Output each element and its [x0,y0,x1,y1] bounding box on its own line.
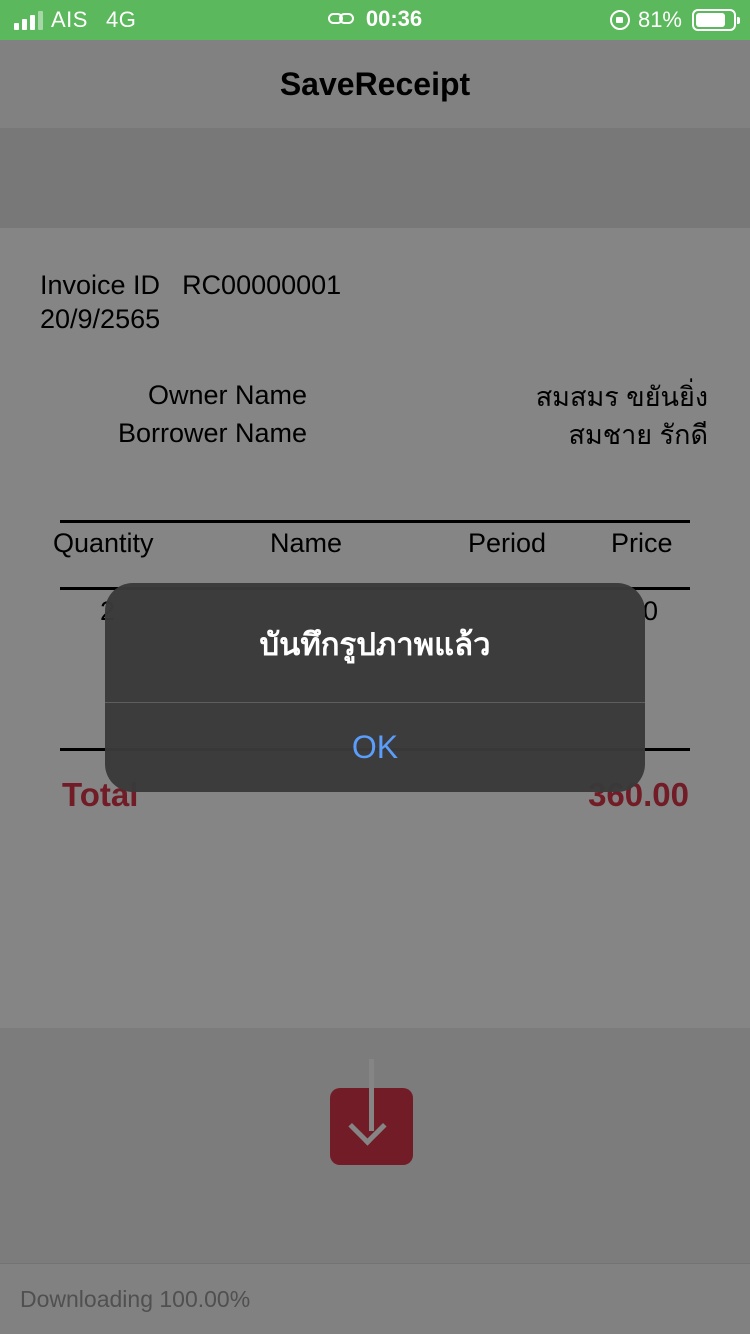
battery-percent: 81% [637,7,682,32]
status-right: 81% [609,7,740,33]
ok-button[interactable]: OK [105,703,645,792]
clock: 00:36 [365,6,423,31]
alert-dialog: บันทึกรูปภาพแล้ว OK [105,583,645,792]
rotation-lock-icon [609,10,630,30]
battery-fill [696,13,726,27]
battery-icon [692,9,740,31]
link-icon [327,11,356,27]
status-bar: AIS 4G 00:36 81% [0,0,750,40]
alert-title: บันทึกรูปภาพแล้ว [259,627,491,662]
